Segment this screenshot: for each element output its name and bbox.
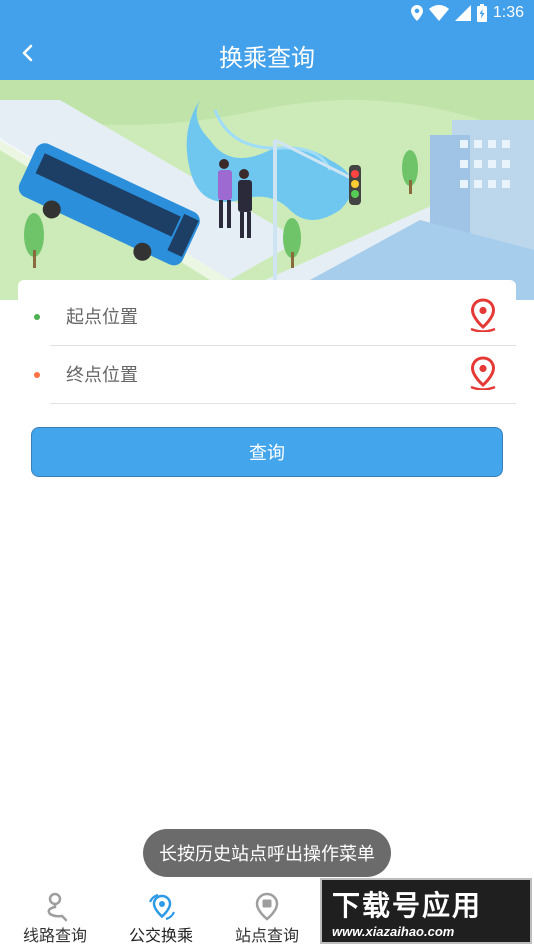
start-location-input[interactable]: 起点位置 <box>66 303 138 329</box>
nav-item-station-query[interactable]: 站点查询 <box>212 886 322 948</box>
status-bar: 1:36 <box>0 0 534 28</box>
map-pin-icon[interactable] <box>468 298 498 332</box>
end-dot-icon <box>34 372 40 378</box>
nav-label-station-query: 站点查询 <box>234 926 299 945</box>
location-icon <box>410 5 423 21</box>
toast-message: 长按历史站点呼出操作菜单 <box>143 829 391 877</box>
nav-label-bus-transfer: 公交换乘 <box>128 926 193 945</box>
bus-city-illustration <box>0 80 534 300</box>
signal-icon <box>454 5 471 21</box>
field-divider <box>50 403 516 404</box>
nav-item-route-query[interactable]: 线路查询 <box>0 886 110 948</box>
route-icon <box>47 892 68 922</box>
end-location-input[interactable]: 终点位置 <box>66 361 138 387</box>
wifi-icon <box>428 5 449 21</box>
nav-label-route-query: 线路查询 <box>22 926 87 945</box>
end-location-field[interactable]: 终点位置 <box>18 346 516 404</box>
battery-icon <box>476 4 487 22</box>
route-form-card: 起点位置 终点位置 <box>18 280 516 406</box>
app-screen: 1:36 换乘查询 起点位置 终点位置 查询 长按历史站点呼出操作菜单 线路查询… <box>0 0 534 950</box>
map-pin-icon[interactable] <box>468 356 498 390</box>
status-time: 1:36 <box>492 4 524 21</box>
query-button[interactable]: 查询 <box>31 427 503 477</box>
app-bar: 换乘查询 <box>0 28 534 80</box>
station-icon <box>255 892 279 921</box>
hero-illustration <box>0 80 534 300</box>
watermark-logo: 下载号应用 www.xiazaihao.com <box>320 878 532 944</box>
status-icons: 1:36 <box>410 4 524 22</box>
page-title: 换乘查询 <box>219 44 315 72</box>
start-dot-icon <box>34 314 40 320</box>
transfer-icon <box>148 893 176 921</box>
watermark-title: 下载号应用 <box>332 889 483 922</box>
nav-item-bus-transfer[interactable]: 公交换乘 <box>106 886 216 948</box>
watermark-url: www.xiazaihao.com <box>332 924 455 939</box>
start-location-field[interactable]: 起点位置 <box>18 288 516 346</box>
